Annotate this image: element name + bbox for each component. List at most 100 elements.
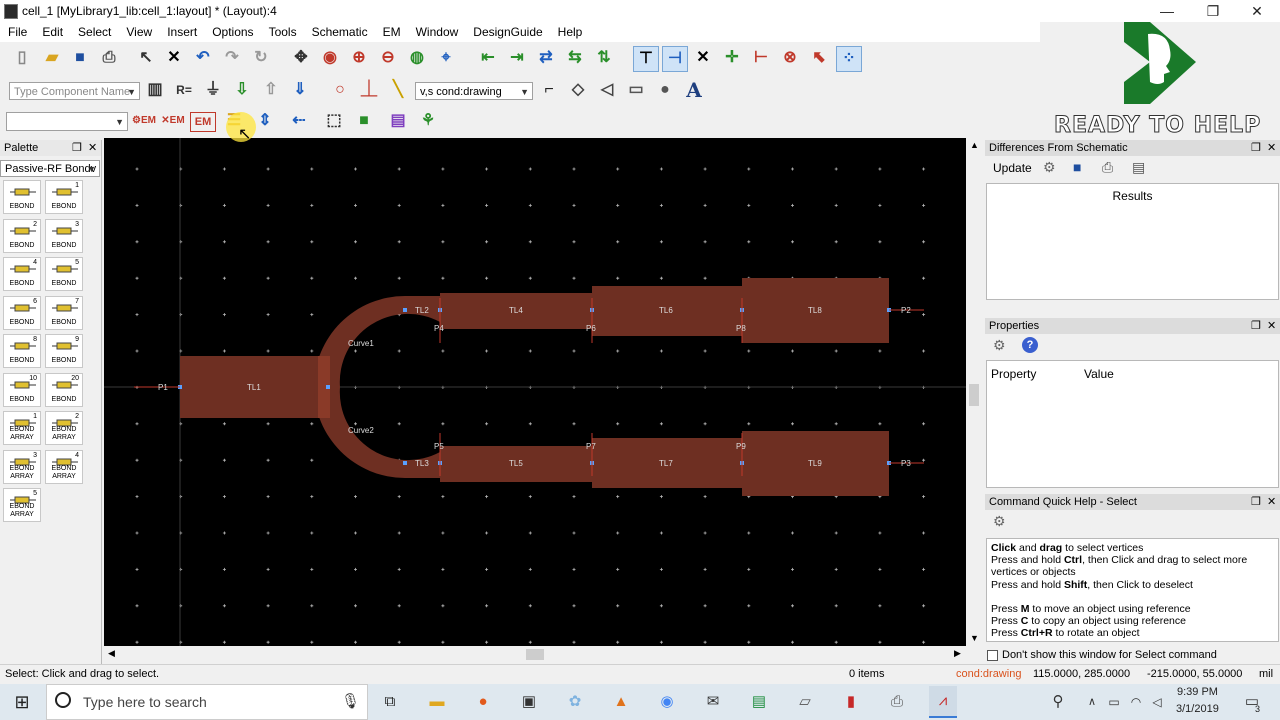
pop-up-icon[interactable]: ⇧ xyxy=(259,78,283,102)
restore-icon[interactable]: ❐ xyxy=(72,140,82,156)
hierarchy-icon[interactable]: ⇓ xyxy=(288,78,312,102)
trace-icon[interactable]: ⌐ xyxy=(537,78,561,102)
library-browser-icon[interactable]: ▥ xyxy=(143,78,167,102)
help-icon[interactable]: ? xyxy=(1022,337,1038,353)
menu-options[interactable]: Options xyxy=(204,22,260,41)
mail-icon[interactable]: ✉ xyxy=(701,690,725,714)
maximize-button[interactable]: ❐ xyxy=(1190,0,1236,22)
print-icon[interactable]: ⎙ xyxy=(97,46,121,70)
menu-window[interactable]: Window xyxy=(408,22,466,41)
3d-view-icon[interactable]: ⬚ xyxy=(322,109,346,133)
report-icon[interactable]: ▤ xyxy=(1132,159,1145,176)
palette-item-ebond[interactable]: 10 EBOND xyxy=(3,372,41,407)
align-right-icon[interactable]: ⇥ xyxy=(505,46,529,70)
palette-item-ebond[interactable]: 8 EBOND xyxy=(3,334,41,368)
close-button[interactable]: ✕ xyxy=(1234,0,1280,22)
gemini-icon[interactable]: ⚘ xyxy=(416,109,440,133)
notification-icon[interactable]: ▭ xyxy=(1240,690,1264,714)
spreadsheet-icon[interactable]: ▤ xyxy=(747,690,771,714)
snap-intersect-icon[interactable]: ✕ xyxy=(691,46,715,70)
person-icon[interactable]: ⚲ xyxy=(1046,690,1070,714)
palette-item-ebond[interactable]: 1 EBOND xyxy=(45,180,83,214)
minimize-button[interactable]: — xyxy=(1144,0,1190,22)
save-icon[interactable]: ■ xyxy=(1073,159,1081,175)
menu-view[interactable]: View xyxy=(118,22,159,41)
snap-midpoint-icon[interactable]: ⊣ xyxy=(662,46,688,72)
palette-item-ebond[interactable]: 5 EBOND xyxy=(45,257,83,291)
em-simulate-button[interactable]: EM xyxy=(190,112,216,132)
layout-canvas[interactable]: TL1 TL2 TL3 TL4 TL5 TL6 TL7 TL8 TL9 Curv… xyxy=(104,138,966,646)
repeat-icon[interactable]: ↻ xyxy=(249,46,273,70)
ground-port-icon[interactable]: ⏚ xyxy=(201,78,225,102)
close-icon[interactable]: ✕ xyxy=(1267,494,1276,510)
menu-select[interactable]: Select xyxy=(70,22,118,41)
snap-grid-icon[interactable]: ⁘ xyxy=(836,46,862,72)
file-explorer-icon[interactable]: ▬ xyxy=(425,690,449,714)
volume-icon[interactable]: ◁ xyxy=(1145,690,1169,714)
port-icon[interactable]: ○ xyxy=(328,78,352,102)
circle-icon[interactable]: ● xyxy=(653,78,677,102)
show-hidden-icons[interactable]: ∧ xyxy=(1080,690,1104,714)
wire-icon[interactable]: ╲ xyxy=(386,78,410,102)
snap-pin-icon[interactable]: ⬉ xyxy=(807,46,831,70)
palette-item-ebond[interactable]: 20 EBOND xyxy=(45,372,83,407)
zoom-in-icon[interactable]: ⊕ xyxy=(347,46,371,70)
app-icon[interactable]: ✿ xyxy=(563,690,587,714)
menu-tools[interactable]: Tools xyxy=(261,22,304,41)
text-tool-icon[interactable]: A xyxy=(682,78,706,102)
restore-icon[interactable]: ❐ xyxy=(1251,318,1261,334)
polyline-icon[interactable]: ◁ xyxy=(595,78,619,102)
zoom-area-icon[interactable]: ◉ xyxy=(318,46,342,70)
scroll-left-icon[interactable]: ◀ xyxy=(108,648,115,659)
gear-icon[interactable]: ⚙ xyxy=(993,337,1006,354)
palette-item-ebond[interactable]: 6 EBOND xyxy=(3,295,41,330)
component-name-input[interactable]: Type Component Name ▼ xyxy=(9,82,140,100)
menu-schematic[interactable]: Schematic xyxy=(304,22,375,41)
printer-icon[interactable]: ⎙ xyxy=(885,690,909,714)
component-from-layout-icon[interactable]: ⇠ xyxy=(287,109,311,133)
close-icon[interactable]: ✕ xyxy=(1267,140,1276,156)
windows-start-icon[interactable]: ⊞ xyxy=(10,690,34,714)
restore-icon[interactable]: ❐ xyxy=(1251,494,1261,510)
pdf-icon[interactable]: ▮ xyxy=(839,690,863,714)
save-icon[interactable]: ■ xyxy=(68,46,92,70)
close-icon[interactable]: ✕ xyxy=(88,140,97,156)
restore-icon[interactable]: ❐ xyxy=(1251,140,1261,156)
canvas-horizontal-scrollbar[interactable]: ◀ ▶ xyxy=(104,646,966,663)
firefox-icon[interactable]: ● xyxy=(471,690,495,714)
palette-item-ebond[interactable]: 4 EBOND xyxy=(3,257,41,291)
rectangle-icon[interactable]: ▭ xyxy=(624,78,648,102)
simulation-select[interactable]: ▼ xyxy=(6,112,128,131)
gear-icon[interactable]: ⚙ xyxy=(1043,159,1056,176)
menu-edit[interactable]: Edit xyxy=(34,22,70,41)
menu-designguide[interactable]: DesignGuide xyxy=(465,22,549,41)
canvas-vertical-scrollbar[interactable]: ▲ ▼ xyxy=(966,138,982,646)
port-editor-icon[interactable]: ⇕ xyxy=(253,109,277,133)
palette-item-ebond[interactable]: 9 EBOND xyxy=(45,334,83,368)
gear-icon[interactable]: ⚙ xyxy=(993,513,1006,530)
menu-insert[interactable]: Insert xyxy=(159,22,204,41)
new-file-icon[interactable]: ▯ xyxy=(10,46,34,70)
snap-edge-icon[interactable]: ⊢ xyxy=(749,46,773,70)
dont-show-checkbox[interactable] xyxy=(987,650,998,661)
open-folder-icon[interactable]: ▰ xyxy=(40,46,64,70)
palette-item-ebond[interactable]: 2 EBOND xyxy=(3,218,41,253)
palette-item-ebond[interactable]: 2 EBOND ARRAY xyxy=(45,411,83,445)
pan-icon[interactable]: ⌖ xyxy=(434,46,458,70)
align-center-icon[interactable]: ⇆ xyxy=(563,46,587,70)
task-view-icon[interactable]: ⧉ xyxy=(378,690,402,714)
palette-item-ebond[interactable]: 5 EBOND ARRAY xyxy=(3,488,41,522)
matlab-icon[interactable]: ▲ xyxy=(609,690,633,714)
redo-icon[interactable]: ↷ xyxy=(220,46,244,70)
layer-colors-icon[interactable]: ▤ xyxy=(386,109,410,133)
align-left-icon[interactable]: ⇤ xyxy=(476,46,500,70)
store-icon[interactable]: ▣ xyxy=(517,690,541,714)
delete-icon[interactable]: ✕ xyxy=(162,46,186,70)
3d-solid-icon[interactable]: ■ xyxy=(352,109,376,133)
clock-date[interactable]: 3/1/2019 xyxy=(1176,703,1219,715)
scroll-right-icon[interactable]: ▶ xyxy=(954,648,961,659)
palette-item-ebond[interactable]: EBOND xyxy=(3,180,41,214)
menu-em[interactable]: EM xyxy=(375,22,408,41)
ground-icon[interactable]: ⏊ xyxy=(357,78,381,102)
scroll-up-icon[interactable]: ▲ xyxy=(970,140,979,150)
